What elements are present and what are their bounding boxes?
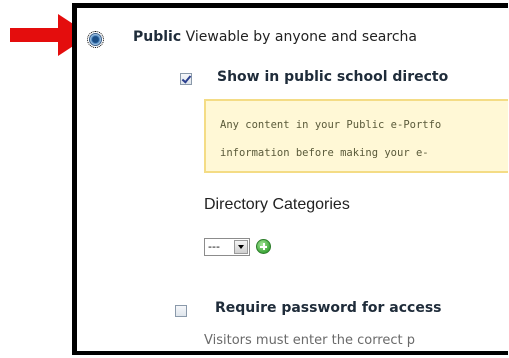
category-select-value: --- [208, 240, 220, 253]
settings-panel: Public Viewable by anyone and searcha Sh… [72, 3, 508, 355]
show-in-directory-checkbox[interactable] [180, 73, 192, 85]
public-title: Public [133, 29, 182, 45]
screenshot-stage: Public Viewable by anyone and searcha Sh… [0, 0, 509, 358]
notice-line-2: information before making your e- [220, 147, 429, 159]
directory-category-select[interactable]: --- [204, 238, 250, 256]
add-category-icon[interactable] [256, 239, 271, 254]
show-in-directory-label: Show in public school directo [217, 69, 449, 85]
public-radio[interactable] [87, 31, 104, 48]
require-password-checkbox[interactable] [175, 305, 187, 317]
public-option-label: Public Viewable by anyone and searcha [133, 29, 417, 45]
directory-categories-label: Directory Categories [204, 196, 350, 213]
chevron-down-icon[interactable] [234, 240, 248, 254]
require-password-label: Require password for access [215, 300, 442, 316]
public-content-notice: Any content in your Public e-Portfo info… [204, 99, 508, 173]
public-description: Viewable by anyone and searcha [181, 29, 417, 45]
require-password-description: Visitors must enter the correct p [204, 333, 415, 348]
notice-line-1: Any content in your Public e-Portfo [220, 119, 442, 131]
